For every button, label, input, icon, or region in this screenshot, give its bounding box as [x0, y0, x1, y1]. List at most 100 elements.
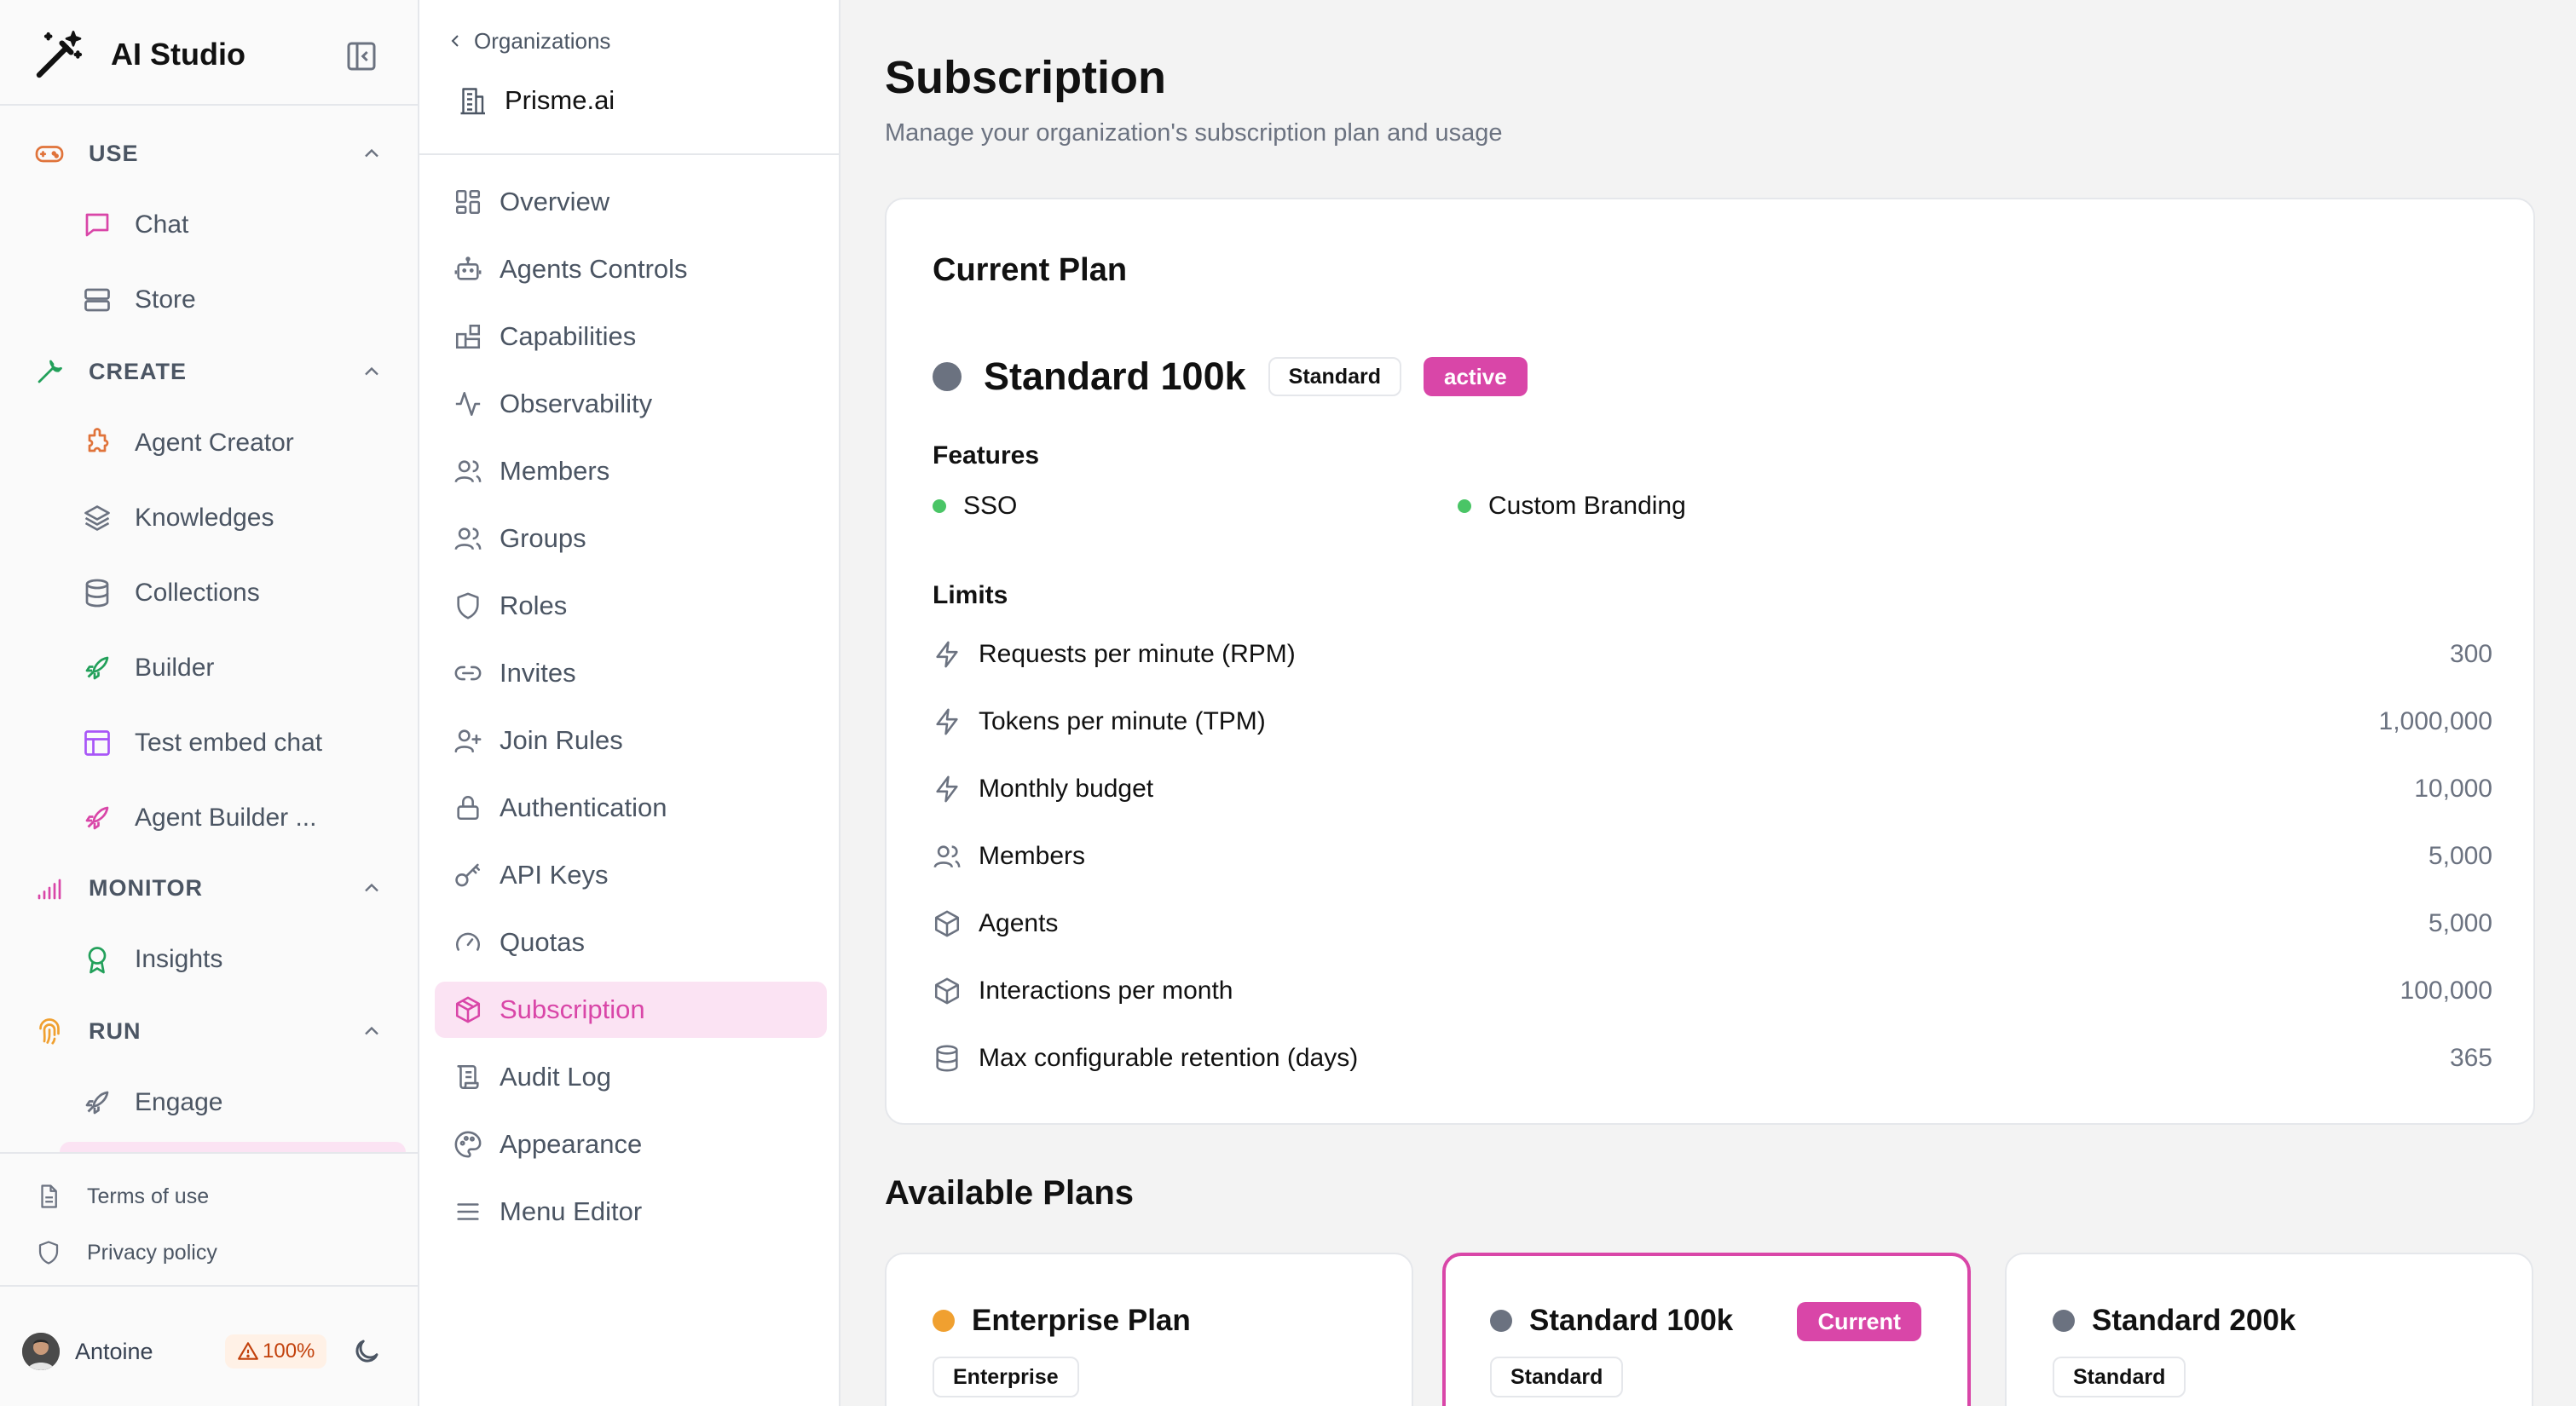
limit-label: Members [979, 842, 1086, 870]
org-nav-subscription[interactable]: Subscription [435, 982, 827, 1038]
sidebar-item-label: Collections [135, 579, 260, 607]
sidebar-item-agent-creator[interactable]: Agent Creator [82, 418, 389, 469]
org-nav-overview[interactable]: Overview [435, 174, 827, 230]
plan-dot [2053, 1310, 2075, 1332]
sidebar-item-label: Chat [135, 210, 189, 239]
terms-of-use-link[interactable]: Terms of use [36, 1178, 377, 1215]
quota-badge[interactable]: 100% [225, 1334, 327, 1369]
org-nav-label: Agents Controls [500, 254, 688, 284]
chevron-up-icon[interactable] [360, 876, 384, 900]
org-nav-label: Groups [500, 523, 586, 553]
user-menu[interactable]: Antoine 100% [22, 1329, 397, 1374]
chevron-up-icon[interactable] [360, 1019, 384, 1043]
chevron-up-icon[interactable] [360, 360, 384, 383]
sidebar-item-insights[interactable]: Insights [82, 934, 389, 985]
plan-card-standard-200k[interactable]: Standard 200k Standard [2005, 1253, 2533, 1406]
plan-card-header: Standard 100k [1490, 1302, 1733, 1340]
features-heading: Features [933, 441, 1040, 470]
org-nav-menu-editor[interactable]: Menu Editor [435, 1184, 827, 1240]
section-create[interactable]: CREATE [34, 346, 384, 397]
signal-bars-icon [38, 879, 61, 900]
avatar[interactable] [22, 1333, 60, 1370]
moon-icon[interactable] [351, 1336, 382, 1367]
section-use[interactable]: USE [34, 128, 384, 179]
org-nav-label: Authentication [500, 792, 667, 822]
sidebar-item-label: Store [135, 285, 196, 314]
sidebar-item-label: Knowledges [135, 504, 274, 532]
org-nav-invites[interactable]: Invites [435, 645, 827, 701]
current-plan-summary: Standard 100k Standard active [933, 351, 1528, 402]
org-nav-groups[interactable]: Groups [435, 510, 827, 567]
org-nav-join-rules[interactable]: Join Rules [435, 712, 827, 769]
org-nav-label: Audit Log [500, 1062, 611, 1092]
org-nav-observability[interactable]: Observability [435, 376, 827, 432]
app-title: AI Studio [111, 37, 245, 72]
plan-card-header: Standard 200k [2053, 1302, 2296, 1340]
plan-card-name: Standard 200k [2092, 1304, 2296, 1337]
sidebar-item-chat[interactable]: Chat [82, 199, 389, 251]
org-nav-label: Join Rules [500, 725, 623, 755]
limit-value: 5,000 [2428, 842, 2492, 870]
org-nav-api-keys[interactable]: API Keys [435, 847, 827, 903]
building-icon [460, 88, 485, 115]
limits-heading: Limits [933, 581, 1008, 609]
feature-item: SSO [933, 489, 1017, 523]
palette-icon [454, 1131, 482, 1158]
users-icon [933, 845, 961, 868]
plan-dot [933, 1310, 955, 1332]
chat-bubble-icon [85, 213, 109, 237]
server-icon [84, 288, 110, 312]
bolt-icon [936, 775, 958, 803]
section-run[interactable]: RUN [34, 1006, 384, 1057]
org-nav-label: Capabilities [500, 321, 637, 351]
sidebar-item-engage[interactable]: Engage [82, 1077, 389, 1128]
plan-card-standard-100k[interactable]: Standard 100k Standard Current [1442, 1253, 1971, 1406]
org-nav-label: Invites [500, 658, 576, 688]
section-monitor[interactable]: MONITOR [34, 862, 384, 913]
package-icon [455, 996, 481, 1023]
sidebar-item-agent-builder[interactable]: Agent Builder ... [82, 792, 389, 844]
limit-row: Max configurable retention (days) 365 [933, 1040, 2492, 1077]
link-icon [454, 666, 482, 681]
org-nav-capabilities[interactable]: Capabilities [435, 308, 827, 365]
feature-item: Custom Branding [1458, 489, 1686, 523]
feature-dot [933, 499, 946, 513]
limit-value: 365 [2449, 1044, 2492, 1072]
org-nav-members[interactable]: Members [435, 443, 827, 499]
collapse-sidebar-icon[interactable] [344, 39, 378, 73]
limit-value: 5,000 [2428, 909, 2492, 937]
gamepad-icon [35, 146, 64, 163]
brand[interactable]: AI Studio [32, 26, 245, 84]
limit-label: Requests per minute (RPM) [979, 640, 1296, 668]
page-title: Subscription [885, 52, 1167, 103]
plan-dot [1490, 1310, 1512, 1332]
sidebar-item-collections[interactable]: Collections [82, 568, 389, 619]
footer-link-label: Privacy policy [87, 1240, 217, 1265]
sidebar-item-knowledges[interactable]: Knowledges [82, 493, 389, 544]
sidebar-item-label: Insights [135, 945, 223, 973]
activity-icon [455, 391, 481, 417]
org-nav-label: Quotas [500, 927, 585, 957]
sidebar-item-label: Builder [135, 654, 215, 682]
dashboard-icon [455, 189, 481, 215]
org-nav-quotas[interactable]: Quotas [435, 914, 827, 971]
current-badge: Current [1797, 1302, 1921, 1341]
chevron-up-icon[interactable] [360, 141, 384, 165]
main-sidebar: AI Studio USE Chat Store CREATE Agent Cr… [0, 0, 419, 1406]
scroll-icon [457, 1064, 479, 1090]
org-nav-roles[interactable]: Roles [435, 578, 827, 634]
sidebar-item-store[interactable]: Store [82, 274, 389, 326]
sidebar-item-test-embed-chat[interactable]: Test embed chat [82, 717, 389, 769]
limit-label: Interactions per month [979, 977, 1233, 1005]
org-nav-agents-controls[interactable]: Agents Controls [435, 241, 827, 297]
plan-card-enterprise[interactable]: Enterprise Plan Enterprise [885, 1253, 1413, 1406]
org-nav-appearance[interactable]: Appearance [435, 1116, 827, 1173]
privacy-policy-link[interactable]: Privacy policy [36, 1234, 377, 1271]
shield-icon [457, 592, 479, 619]
section-label: CREATE [89, 358, 188, 384]
sidebar-item-builder[interactable]: Builder [82, 642, 389, 694]
org-nav-authentication[interactable]: Authentication [435, 780, 827, 836]
org-nav-audit-log[interactable]: Audit Log [435, 1049, 827, 1105]
back-to-organizations[interactable]: Organizations [445, 26, 610, 56]
document-icon [41, 1184, 57, 1208]
